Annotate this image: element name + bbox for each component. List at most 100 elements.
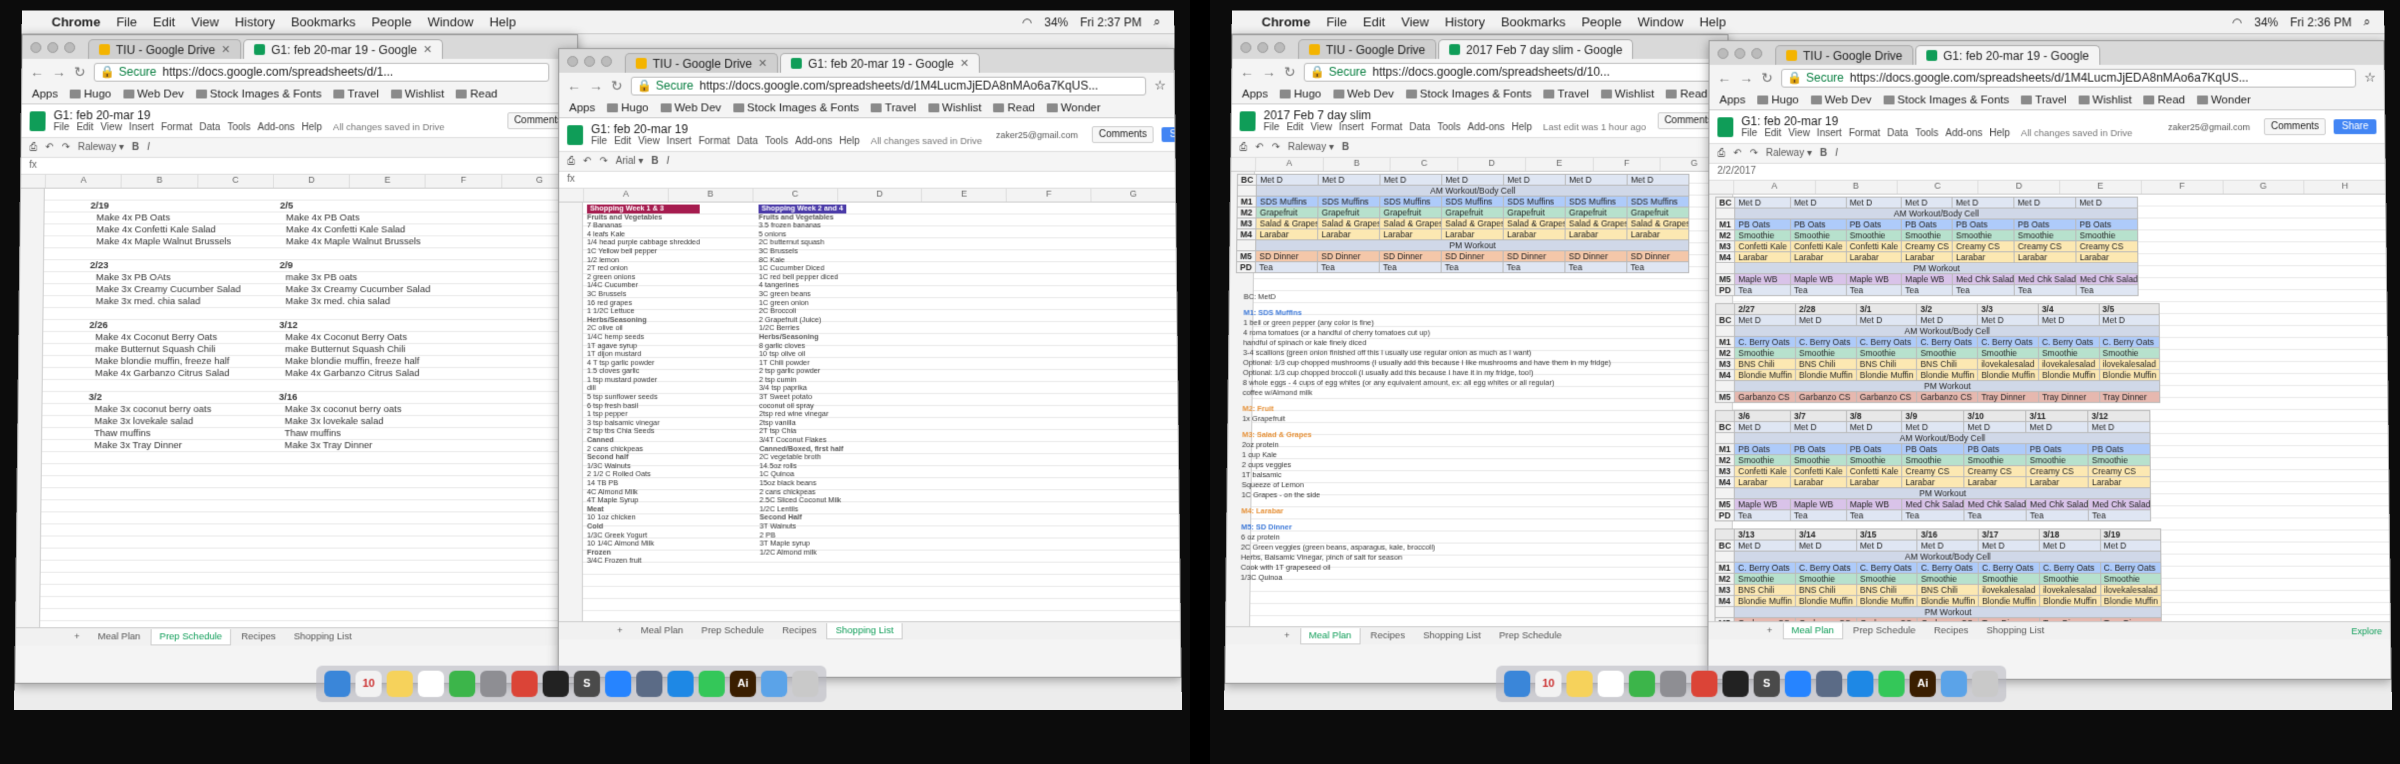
recipe-line[interactable]: 1 cup Kale bbox=[1242, 450, 1611, 460]
meal-cell[interactable]: Maple WB bbox=[1790, 498, 1847, 510]
meal-cell[interactable]: Met D bbox=[1901, 421, 1965, 433]
col-a[interactable]: A bbox=[1733, 180, 1815, 194]
meal-cell[interactable]: Creamy CS bbox=[1964, 465, 2027, 477]
doc-menu-file[interactable]: File bbox=[591, 136, 607, 147]
meal-cell[interactable]: Smoothie bbox=[1790, 454, 1847, 466]
meal-cell[interactable]: Salad & Grapes bbox=[1256, 217, 1319, 229]
date-header[interactable]: 3/5 bbox=[2098, 303, 2160, 315]
meal-cell[interactable]: Tea bbox=[2076, 284, 2139, 296]
doc-menu-view[interactable]: View bbox=[638, 136, 659, 147]
meal-cell[interactable]: Blondie Muffin bbox=[1856, 369, 1917, 381]
meal-cell[interactable]: Met D bbox=[1380, 174, 1443, 186]
prep-task[interactable]: Make 4x Maple Walnut Brussels bbox=[90, 236, 241, 248]
add-sheet-icon[interactable]: + bbox=[66, 629, 88, 644]
meal-cell[interactable]: Larabar bbox=[1964, 476, 2027, 488]
meal-cell[interactable]: Met D bbox=[1977, 314, 2039, 326]
prep-task[interactable]: Make 4x PB Oats bbox=[90, 213, 241, 225]
prep-date[interactable]: 2/5 bbox=[280, 201, 431, 213]
meal-cell[interactable]: BNS Chili bbox=[1856, 584, 1918, 596]
formula-bar[interactable]: 2/2/2017 bbox=[1709, 163, 2386, 181]
col-b[interactable]: B bbox=[1322, 157, 1391, 171]
redo-icon[interactable]: ↷ bbox=[1272, 142, 1280, 153]
doc-menu-help[interactable]: Help bbox=[302, 122, 323, 133]
meal-cell[interactable]: BNS Chili bbox=[1795, 358, 1857, 370]
bookmark-wonder[interactable]: Wonder bbox=[2197, 94, 2251, 106]
meal-cell[interactable]: SD Dinner bbox=[1627, 250, 1690, 262]
meal-cell[interactable]: C. Berry Oats bbox=[1734, 336, 1796, 348]
comments-button[interactable]: Comments bbox=[1091, 126, 1155, 144]
prep-task[interactable]: Make 3x lovekale salad bbox=[279, 416, 430, 428]
doc-menu-view[interactable]: View bbox=[101, 122, 123, 133]
meal-cell[interactable]: Smoothie bbox=[1846, 454, 1902, 466]
meal-slot-label[interactable]: M1 bbox=[1715, 336, 1735, 348]
messages-icon[interactable] bbox=[698, 670, 725, 698]
meal-slot-label[interactable]: M4 bbox=[1715, 369, 1735, 381]
trash-icon[interactable] bbox=[1971, 670, 1999, 698]
doc-menu-view[interactable]: View bbox=[1788, 128, 1809, 139]
bookmark-apps[interactable]: Apps bbox=[569, 102, 595, 114]
address-bar[interactable]: 🔒 Secure https://docs.google.com/spreads… bbox=[1303, 62, 1720, 82]
meal-cell[interactable]: SD Dinner bbox=[1503, 250, 1566, 262]
prep-task[interactable]: Make 3x med. chia salad bbox=[279, 296, 430, 308]
meal-cell[interactable]: PB Oats bbox=[2088, 443, 2151, 455]
sheets-logo-icon[interactable] bbox=[1239, 110, 1256, 131]
sheet-grid[interactable]: A B C D E F G 2/19 Make 4x PB Oats Make 4x… bbox=[15, 174, 578, 646]
bookmark-wishlist[interactable]: Wishlist bbox=[391, 88, 444, 100]
meal-cell[interactable]: Confetti Kale bbox=[1846, 465, 1903, 477]
font-select[interactable]: Arial ▾ bbox=[616, 156, 644, 167]
meal-cell[interactable]: Smoothie bbox=[1856, 573, 1918, 585]
bookmark-travel[interactable]: Travel bbox=[1544, 88, 1589, 100]
prep-task[interactable]: Make 4x Coconut Berry Oats bbox=[89, 332, 240, 344]
prep-date[interactable]: 3/2 bbox=[89, 392, 240, 404]
menu-edit[interactable]: Edit bbox=[1363, 15, 1385, 30]
prep-date[interactable]: 2/9 bbox=[280, 260, 431, 272]
workout-row[interactable]: PM Workout bbox=[1734, 262, 2139, 274]
bookmark-hugo[interactable]: Hugo bbox=[607, 102, 648, 114]
meal-cell[interactable]: BNS Chili bbox=[1917, 584, 1979, 596]
meal-slot-label[interactable]: M4 bbox=[1715, 476, 1735, 488]
workout-row[interactable]: AM Workout/Body Cell bbox=[1734, 432, 2151, 444]
prep-task[interactable]: Thaw muffins bbox=[88, 428, 240, 440]
date-header[interactable]: 3/1 bbox=[1856, 303, 1917, 315]
meal-cell[interactable]: Med Chk Salad bbox=[1964, 498, 2027, 510]
doc-title[interactable]: G1: feb 20-mar 19 bbox=[54, 108, 445, 122]
prep-date[interactable]: 2/23 bbox=[90, 260, 241, 272]
calendar-icon[interactable]: 10 bbox=[355, 670, 382, 698]
doc-menu-file[interactable]: File bbox=[1263, 122, 1279, 133]
undo-icon[interactable]: ↶ bbox=[583, 156, 591, 167]
reload-icon[interactable]: ↻ bbox=[1761, 69, 1773, 86]
recipe-heading[interactable]: M1: SDS Muffins bbox=[1243, 308, 1611, 318]
sheet-tab[interactable]: Prep Schedule bbox=[1491, 628, 1570, 643]
meal-cell[interactable]: Smoothie bbox=[1734, 347, 1796, 359]
bookmark-apps[interactable]: Apps bbox=[1242, 88, 1268, 100]
recipe-line[interactable]: BC: MetD bbox=[1244, 292, 1612, 302]
meal-cell[interactable]: Met D bbox=[1856, 314, 1917, 326]
star-icon[interactable]: ☆ bbox=[1154, 78, 1166, 94]
shopping-item[interactable]: 10 1oz chicken bbox=[587, 513, 701, 523]
bookmark-apps[interactable]: Apps bbox=[32, 88, 58, 100]
meal-slot-label[interactable]: PD bbox=[1715, 509, 1735, 521]
folder-icon[interactable] bbox=[1940, 670, 1968, 698]
calendar-icon[interactable]: 10 bbox=[1535, 670, 1562, 698]
meal-cell[interactable]: Maple WB bbox=[1846, 273, 1902, 285]
meal-slot-label[interactable] bbox=[1715, 262, 1735, 274]
meal-cell[interactable]: Met D bbox=[2038, 314, 2099, 326]
doc-menu-edit[interactable]: Edit bbox=[1286, 122, 1303, 133]
tab-drive[interactable]: TIU - Google Drive bbox=[1297, 39, 1437, 59]
meal-cell[interactable]: Met D bbox=[2026, 421, 2089, 433]
bookmark-webdev[interactable]: Web Dev bbox=[660, 102, 721, 114]
meal-cell[interactable]: Larabar bbox=[1901, 251, 1953, 263]
bold-icon[interactable]: B bbox=[1342, 142, 1349, 153]
doc-menu-addons[interactable]: Add-ons bbox=[1945, 128, 1982, 139]
font-select[interactable]: Raleway ▾ bbox=[78, 142, 124, 153]
add-sheet-icon[interactable]: + bbox=[609, 623, 631, 638]
meal-cell[interactable]: Blondie Muffin bbox=[1856, 595, 1918, 607]
meal-cell[interactable]: Tea bbox=[1846, 284, 1902, 296]
meal-cell[interactable]: Smoothie bbox=[1856, 347, 1917, 359]
meal-cell[interactable]: SD Dinner bbox=[1317, 250, 1380, 262]
forward-icon[interactable]: → bbox=[1262, 64, 1276, 80]
bookmark-webdev[interactable]: Web Dev bbox=[1811, 94, 1872, 106]
doc-menu-help[interactable]: Help bbox=[1512, 122, 1533, 133]
bookmark-wishlist[interactable]: Wishlist bbox=[928, 102, 982, 114]
battery-percent[interactable]: 34% bbox=[1044, 15, 1068, 29]
